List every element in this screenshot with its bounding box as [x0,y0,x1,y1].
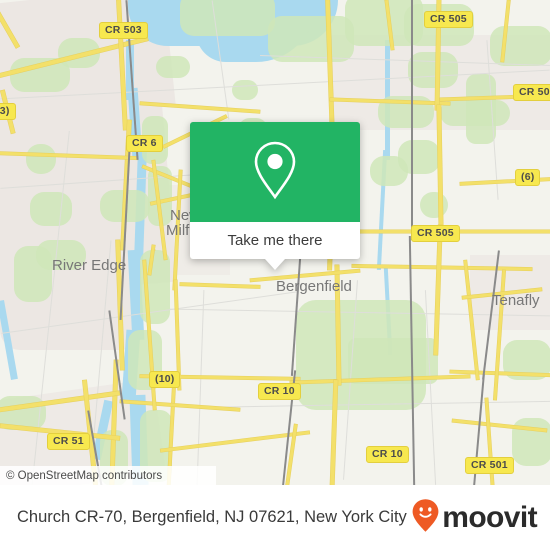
place-label: Bergenfield [276,278,352,295]
popup-pointer [265,259,285,270]
road-shield: (503) [0,103,16,120]
road-shield: CR 10 [366,446,409,463]
map-attribution: © OpenStreetMap contributors [0,466,216,485]
park [26,144,56,174]
park [370,156,408,186]
park [408,52,458,88]
moovit-logo[interactable]: moovit [411,498,538,538]
road-shield: CR 503 [99,22,148,39]
road-shield: CR 501 [465,457,514,474]
park [156,56,190,78]
park [232,80,258,100]
address-title: Church CR-70, Bergenfield, NJ 07621, New… [17,508,407,526]
moovit-smiley-pin-icon [411,498,440,538]
attribution-text: © OpenStreetMap contributors [6,469,163,482]
road-shield: CR 505 [424,11,473,28]
road-shield: (6) [515,169,541,186]
road-shield: CR 51 [47,433,90,450]
place-label: Tenafly [492,292,540,309]
road-shield: CR 10 [258,383,301,400]
map-pin-icon [251,139,299,206]
road-shield: CR 505 [513,84,550,101]
location-popup[interactable]: Take me there [190,122,360,270]
map-screenshot: River Edge New Milford Bergenfield Tenaf… [0,0,550,550]
road-shield: (10) [149,371,181,388]
place-label: River Edge [52,257,127,274]
moovit-wordmark: moovit [442,500,537,534]
park [420,192,448,218]
road-shield: CR 6 [126,135,163,152]
footer-bar: Church CR-70, Bergenfield, NJ 07621, New… [0,485,550,550]
rail-line [411,0,413,240]
take-me-there-button[interactable]: Take me there [190,222,360,259]
popup-header [190,122,360,222]
park [180,0,275,36]
park [30,192,72,226]
park [490,26,550,66]
take-me-there-label: Take me there [227,232,323,249]
park [440,100,510,126]
map-canvas[interactable]: River Edge New Milford Bergenfield Tenaf… [0,0,550,485]
road-shield: CR 505 [411,225,460,242]
